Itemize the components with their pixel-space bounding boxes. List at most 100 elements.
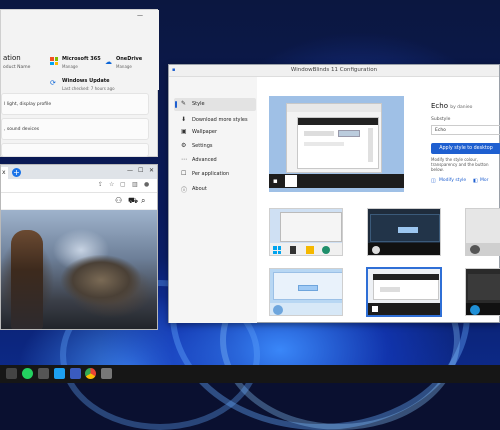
- style-thumbnail[interactable]: [269, 208, 343, 256]
- nav-item-wallpaper[interactable]: ▣ Wallpaper: [174, 126, 256, 139]
- style-preview: ▪: [269, 96, 404, 192]
- thumb-button: [298, 285, 318, 291]
- nav-item-advanced[interactable]: ⋯ Advanced: [174, 154, 256, 167]
- start-icon: [372, 306, 378, 312]
- hero-spaceship: [61, 255, 141, 305]
- substyle-select[interactable]: Echo: [431, 125, 500, 135]
- preview-button: [338, 130, 360, 137]
- hero-character: [11, 230, 43, 329]
- thumb-titlebar: [373, 274, 439, 280]
- download-icon: ⬇: [181, 116, 187, 123]
- browser-tab-strip: x + — ☐ ✕: [1, 165, 157, 179]
- settings-window: — ation oduct Name Microsoft 365 Manage …: [0, 9, 159, 157]
- search-icon[interactable]: ⌕: [141, 196, 145, 206]
- settings-card-more[interactable]: [1, 143, 149, 157]
- taskbar-app-icon[interactable]: [70, 368, 81, 379]
- folder-icon: [306, 246, 314, 254]
- thumb-button: [398, 227, 418, 233]
- style-thumbnail[interactable]: [269, 268, 343, 316]
- style-thumbnail-selected[interactable]: [366, 267, 442, 317]
- nav-item-settings[interactable]: ⚙ Settings: [174, 140, 256, 153]
- microsoft365-item[interactable]: Microsoft 365 Manage: [62, 56, 101, 69]
- start-orb-icon: [470, 245, 480, 254]
- apply-style-button[interactable]: Apply style to desktop: [431, 143, 500, 154]
- thumb-window: [280, 212, 342, 242]
- preview-scrollbar: [368, 128, 373, 162]
- settings-card-sound[interactable]: , sound devices: [1, 118, 149, 140]
- preview-dialog-titlebar: [298, 118, 378, 125]
- substyle-label: Substyle: [431, 117, 451, 122]
- nav-item-style[interactable]: ✎ Style: [174, 98, 256, 111]
- nav-sidebar: ✎ Style ⬇ Download more styles ▣ Wallpaper ⚙ Se…: [169, 77, 257, 323]
- browser-window: x + — ☐ ✕ ⇪ ☆ ▢ ▥ ● ⚇ ⛟ ⌕: [0, 164, 158, 330]
- taskbar-app-icon: [290, 246, 296, 254]
- close-button[interactable]: ✕: [149, 167, 154, 174]
- nav-item-per-application[interactable]: ☐ Per application: [174, 168, 256, 181]
- preview-titlebar: [287, 104, 381, 112]
- spotify-icon[interactable]: [22, 368, 33, 379]
- browser-toolbar: ⇪ ☆ ▢ ▥ ●: [1, 179, 157, 193]
- windows-update-item[interactable]: Windows Update Last checked: 7 hours ago: [62, 78, 115, 91]
- sidebar-icon[interactable]: ▥: [132, 181, 138, 188]
- account-icon[interactable]: ⚇: [115, 196, 122, 205]
- taskbar-app-icon[interactable]: [6, 368, 17, 379]
- nav-item-about[interactable]: ⓘ About: [174, 183, 256, 196]
- more-link[interactable]: Mor: [480, 178, 489, 183]
- onedrive-title: OneDrive: [116, 56, 143, 62]
- style-author: by danieo: [450, 105, 473, 110]
- microsoft365-title: Microsoft 365: [62, 56, 101, 62]
- palette-icon: ◫: [431, 178, 436, 184]
- style-thumbnail[interactable]: [465, 268, 500, 316]
- gear-icon[interactable]: [101, 368, 112, 379]
- new-tab-button[interactable]: +: [12, 168, 21, 177]
- nav-item-label: Download more styles: [192, 117, 248, 123]
- cart-icon[interactable]: ⛟: [128, 196, 138, 206]
- thumb-field: [380, 287, 400, 292]
- microsoft-logo-icon: [50, 57, 58, 65]
- more-icon: ◧: [473, 178, 478, 184]
- taskbar-app-icon[interactable]: [38, 368, 49, 379]
- browser-tab[interactable]: x: [1, 167, 8, 179]
- windows-update-icon: ⟳: [50, 79, 56, 87]
- share-icon[interactable]: ⇪: [98, 181, 103, 188]
- site-header: ⚇ ⛟ ⌕: [1, 193, 157, 210]
- twitter-icon[interactable]: [54, 368, 65, 379]
- windowblinds-window: ▪ WindowBlinds 11 Configuration ✎ Style ⬇ D…: [168, 64, 500, 323]
- image-icon: ▣: [181, 128, 187, 135]
- modify-style-link[interactable]: Modify style: [439, 178, 466, 183]
- minimize-button[interactable]: —: [137, 12, 143, 19]
- window-titlebar: ▪ WindowBlinds 11 Configuration: [169, 65, 499, 77]
- gear-icon: ⚙: [181, 142, 187, 149]
- profile-avatar-icon[interactable]: ●: [144, 181, 149, 188]
- close-tab-button[interactable]: x: [2, 169, 6, 176]
- minimize-button[interactable]: —: [127, 167, 133, 174]
- style-name: Echo: [431, 102, 448, 110]
- preview-field: [304, 131, 334, 136]
- settings-header: — ation oduct Name Microsoft 365 Manage …: [1, 10, 159, 91]
- preview-taskbar: ▪: [269, 174, 404, 188]
- start-orb-icon: [372, 246, 380, 254]
- profile-subtitle: oduct Name: [3, 65, 31, 70]
- edge-icon: [322, 246, 330, 254]
- chrome-icon[interactable]: [85, 368, 96, 379]
- info-icon: ⓘ: [181, 187, 188, 194]
- windows-update-title: Windows Update: [62, 78, 110, 84]
- extensions-icon[interactable]: ▢: [120, 181, 126, 188]
- style-thumbnail[interactable]: [367, 208, 441, 256]
- onedrive-icon: ☁: [105, 58, 112, 66]
- settings-card-display[interactable]: l light, display profile: [1, 93, 149, 115]
- onedrive-item[interactable]: OneDrive Manage: [116, 56, 142, 69]
- edge-icon: [470, 305, 480, 315]
- style-title: Echo by danieo: [431, 102, 472, 110]
- preview-taskbar-app: [285, 175, 297, 187]
- bookmark-star-icon[interactable]: ☆: [109, 181, 114, 188]
- more-icon: ⋯: [181, 156, 187, 163]
- nav-item-label: Advanced: [192, 157, 217, 163]
- brush-icon: ✎: [181, 100, 187, 107]
- style-description: Modify the style colour, transparency an…: [431, 157, 489, 173]
- hero-image: [1, 210, 157, 329]
- microsoft365-sub: Manage: [62, 64, 78, 69]
- preview-dialog: [297, 117, 379, 169]
- maximize-button[interactable]: ☐: [138, 167, 143, 174]
- style-thumbnail[interactable]: [465, 208, 500, 256]
